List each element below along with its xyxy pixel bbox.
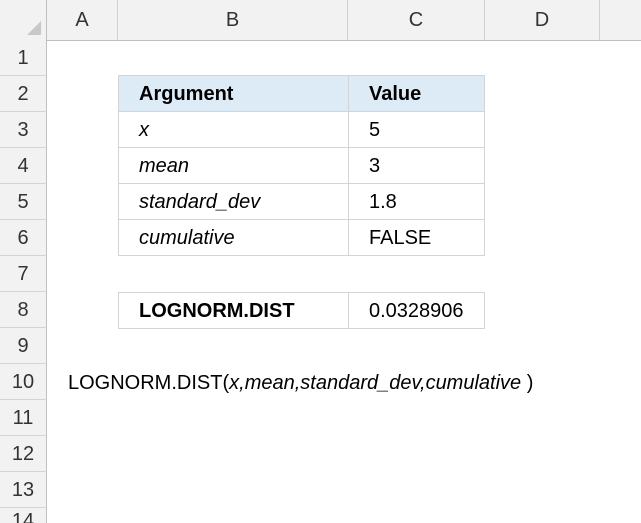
syntax-arg-standard-dev: standard_dev (300, 372, 420, 394)
argument-cell-cumulative[interactable]: cumulative (118, 219, 349, 256)
row-header-11[interactable]: 11 (0, 400, 47, 436)
syntax-arg-cumulative: cumulative (425, 372, 522, 394)
value-cell-mean[interactable]: 3 (348, 147, 485, 184)
table-header-value[interactable]: Value (348, 75, 485, 112)
syntax-close-paren: ) (521, 372, 534, 394)
row-header-5[interactable]: 5 (0, 184, 47, 220)
row-header-13[interactable]: 13 (0, 472, 47, 508)
argument-cell-standard-dev[interactable]: standard_dev (118, 183, 349, 220)
result-value-cell[interactable]: 0.0328906 (348, 292, 485, 329)
row-header-4[interactable]: 4 (0, 148, 47, 184)
value-cell-cumulative[interactable]: FALSE (348, 219, 485, 256)
table-header-argument[interactable]: Argument (118, 75, 349, 112)
spreadsheet: A B C D 1 2 3 4 5 6 7 8 9 10 11 12 13 14… (0, 0, 641, 523)
argument-cell-mean[interactable]: mean (118, 147, 349, 184)
row-header-2[interactable]: 2 (0, 76, 47, 112)
row-header-6[interactable]: 6 (0, 220, 47, 256)
syntax-text[interactable]: LOGNORM.DIST(x,mean,standard_dev,cumulat… (68, 365, 533, 401)
column-header-a[interactable]: A (47, 0, 118, 40)
column-header-c[interactable]: C (348, 0, 485, 40)
row-header-1[interactable]: 1 (0, 40, 47, 76)
argument-cell-x[interactable]: x (118, 111, 349, 148)
row-header-12[interactable]: 12 (0, 436, 47, 472)
select-all-icon (27, 21, 41, 35)
select-all-corner[interactable] (0, 0, 47, 40)
row-header-7[interactable]: 7 (0, 256, 47, 292)
syntax-function: LOGNORM.DIST( (68, 372, 230, 394)
row-header-8[interactable]: 8 (0, 292, 47, 328)
row-header-3[interactable]: 3 (0, 112, 47, 148)
column-header-d[interactable]: D (485, 0, 600, 40)
value-cell-standard-dev[interactable]: 1.8 (348, 183, 485, 220)
result-label-cell[interactable]: LOGNORM.DIST (118, 292, 349, 329)
row-header-10[interactable]: 10 (0, 364, 47, 400)
column-header-b[interactable]: B (118, 0, 348, 40)
row-header-9[interactable]: 9 (0, 328, 47, 364)
value-cell-x[interactable]: 5 (348, 111, 485, 148)
syntax-arg-mean: mean (244, 372, 295, 394)
syntax-arg-x: x (229, 372, 240, 394)
row-header-14[interactable]: 14 (0, 508, 47, 523)
